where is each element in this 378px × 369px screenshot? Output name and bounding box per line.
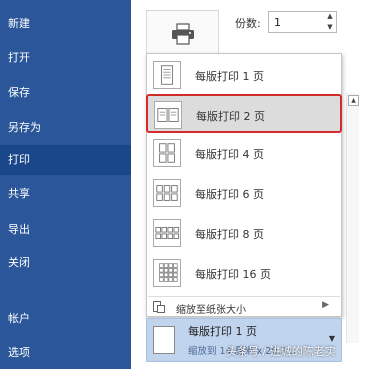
scroll-up-icon[interactable]: ▲ bbox=[348, 95, 359, 106]
printer-icon bbox=[172, 23, 194, 45]
pages-4-icon bbox=[153, 139, 181, 167]
settings-scrollbar[interactable]: ▲ bbox=[346, 93, 359, 343]
pages-per-sheet-menu: 每版打印 1 页 每版打印 2 页 每版打印 4 页 每版打印 6 页 每版打印… bbox=[146, 53, 342, 317]
copies-label: 份数: bbox=[235, 17, 261, 30]
nav-save[interactable]: 保存 bbox=[0, 78, 131, 108]
nav-share[interactable]: 共享 bbox=[0, 179, 131, 209]
option-1-page[interactable]: 每版打印 1 页 bbox=[147, 56, 341, 95]
nav-export[interactable]: 导出 bbox=[0, 215, 131, 245]
scale-to-paper-label: 缩放至纸张大小 bbox=[176, 305, 246, 316]
nav-close[interactable]: 关闭 bbox=[0, 248, 131, 278]
option-4-pages[interactable]: 每版打印 4 页 bbox=[147, 134, 341, 173]
nav-account[interactable]: 帐户 bbox=[0, 304, 131, 334]
nav-open[interactable]: 打开 bbox=[0, 43, 131, 73]
chevron-right-icon: ▶ bbox=[322, 300, 329, 310]
option-6-pages[interactable]: 每版打印 6 页 bbox=[147, 174, 341, 213]
backstage-sidebar: 新建 打开 保存 另存为 打印 共享 导出 关闭 帐户 选项 bbox=[0, 0, 131, 369]
scale-to-paper-size-item[interactable]: 缩放至纸张大小 ▶ bbox=[147, 298, 341, 318]
option-label: 每版打印 2 页 bbox=[196, 110, 265, 123]
pages-8-icon bbox=[153, 219, 181, 247]
option-16-pages[interactable]: 每版打印 16 页 bbox=[147, 254, 341, 293]
spinner-down-icon[interactable]: ▼ bbox=[323, 22, 337, 33]
option-label: 每版打印 16 页 bbox=[195, 268, 271, 281]
option-label: 每版打印 1 页 bbox=[195, 70, 264, 83]
option-8-pages[interactable]: 每版打印 8 页 bbox=[147, 214, 341, 253]
nav-new[interactable]: 新建 bbox=[0, 9, 131, 39]
pages-2-icon bbox=[154, 101, 182, 129]
pages-per-sheet-value: 每版打印 1 页 bbox=[188, 325, 257, 338]
nav-print[interactable]: 打印 bbox=[0, 145, 131, 175]
option-label: 每版打印 8 页 bbox=[195, 228, 264, 241]
nav-options[interactable]: 选项 bbox=[0, 338, 131, 368]
option-label: 每版打印 4 页 bbox=[195, 148, 264, 161]
pages-6-icon bbox=[153, 179, 181, 207]
option-label: 每版打印 6 页 bbox=[195, 188, 264, 201]
scale-to-paper-icon bbox=[153, 301, 165, 313]
watermark: 头条号 / 进城的陈老实 bbox=[226, 345, 336, 358]
copies-spinner[interactable]: ▲ ▼ bbox=[323, 11, 337, 33]
pages-1-icon bbox=[153, 61, 181, 89]
nav-save-as[interactable]: 另存为 bbox=[0, 113, 131, 143]
page-icon bbox=[153, 326, 175, 354]
spinner-up-icon[interactable]: ▲ bbox=[323, 11, 337, 22]
option-2-pages[interactable]: 每版打印 2 页 bbox=[146, 94, 342, 133]
menu-divider bbox=[148, 296, 340, 297]
pages-16-icon bbox=[153, 259, 181, 287]
chevron-down-icon: ▼ bbox=[328, 334, 335, 343]
